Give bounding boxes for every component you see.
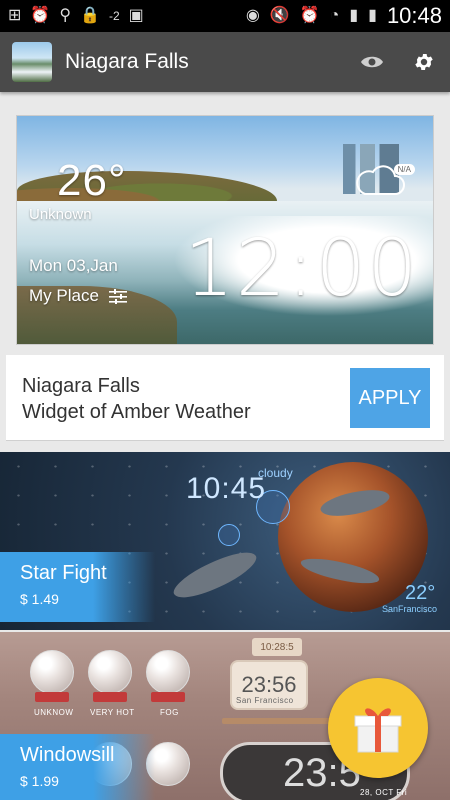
page-title: Niagara Falls	[65, 50, 189, 73]
preview-condition: Unknown	[29, 206, 92, 223]
globe-label: VERY HOT	[90, 708, 135, 717]
price-tag: Star Fight $ 1.49	[0, 552, 155, 622]
snow-globe-base	[93, 692, 127, 702]
preview-clock: 12:00	[184, 224, 419, 314]
snow-globe	[30, 650, 74, 694]
star-preview-time: 10:45	[186, 472, 267, 505]
window-small-label: San Francisco	[236, 696, 294, 705]
preview-eye-button[interactable]	[358, 48, 386, 76]
window-date: 28, OCT Fri	[360, 788, 408, 797]
signal-bars-icon: ▮	[349, 7, 359, 24]
status-left-icons: ⊞ ⏰ ⚲ 🔒 -2 ▣	[8, 8, 144, 24]
mute-icon: 🔇	[269, 7, 290, 24]
theme-item-name: Windowsill	[20, 744, 115, 766]
theme-item-star-fight[interactable]: 10:45 cloudy 22° SanFrancisco Star Fight…	[0, 452, 450, 630]
weather-bubble	[218, 524, 240, 546]
snow-globe	[88, 650, 132, 694]
globe-label: FOG	[160, 708, 179, 717]
preview-date: Mon 03,Jan	[29, 256, 118, 275]
eye-icon	[361, 56, 383, 68]
status-right-icons: ◉ 🔇 ⏰ ◔ ▮ ▮ 10:48	[246, 3, 442, 29]
settings-button[interactable]	[410, 48, 438, 76]
snow-globe-base	[35, 692, 69, 702]
widget-preview: 26° Unknown Mon 03,Jan My Place N/A 12:0…	[16, 115, 434, 345]
app-bar-actions	[358, 48, 438, 76]
globe-label: UNKNOW	[34, 708, 74, 717]
snow-globe-base	[151, 692, 185, 702]
gift-icon	[354, 708, 402, 753]
weather-na-badge: N/A	[393, 164, 415, 175]
alarm-icon: ⏰	[30, 7, 51, 24]
battery-icon: ▮	[368, 7, 377, 24]
gear-icon	[415, 54, 433, 70]
theme-name: Niagara Falls	[22, 375, 140, 397]
signal-badge: -2	[108, 9, 120, 23]
status-bar: ⊞ ⏰ ⚲ 🔒 -2 ▣ ◉ 🔇 ⏰ ◔ ▮ ▮ 10:48	[0, 0, 450, 32]
theme-subtitle: Widget of Amber Weather	[22, 401, 251, 423]
star-preview-temp: 22°	[405, 582, 436, 604]
star-preview-city: SanFrancisco	[382, 604, 438, 614]
usb-icon: ⚲	[59, 7, 72, 24]
price-tag: Windowsill $ 1.99	[0, 734, 155, 800]
theme-item-price: $ 1.49	[20, 591, 59, 607]
preview-place: My Place	[29, 286, 127, 306]
image-icon: ▣	[128, 7, 144, 24]
theme-thumbnail	[12, 42, 52, 82]
theme-apply-panel: Niagara Falls Widget of Amber Weather AP…	[6, 355, 444, 441]
theme-item-name: Star Fight	[20, 562, 107, 584]
preview-temperature: 26°	[57, 156, 127, 205]
add-box-icon: ⊞	[8, 7, 22, 24]
apply-button[interactable]: APPLY	[350, 368, 430, 428]
star-preview-condition: cloudy	[258, 466, 293, 480]
status-time: 10:48	[386, 3, 442, 28]
sliders-icon	[108, 289, 127, 304]
lock-icon: 🔒	[80, 7, 100, 24]
theme-item-price: $ 1.99	[20, 773, 59, 789]
app-bar: Niagara Falls	[0, 32, 450, 92]
eye-icon: ◉	[245, 7, 260, 24]
snow-globe	[146, 650, 190, 694]
window-top-clock: 10:28:5	[252, 638, 302, 656]
wifi-icon: ◔	[329, 7, 340, 24]
preview-place-label: My Place	[29, 286, 99, 305]
alarm-icon: ⏰	[299, 7, 320, 24]
gift-button[interactable]	[328, 678, 428, 778]
